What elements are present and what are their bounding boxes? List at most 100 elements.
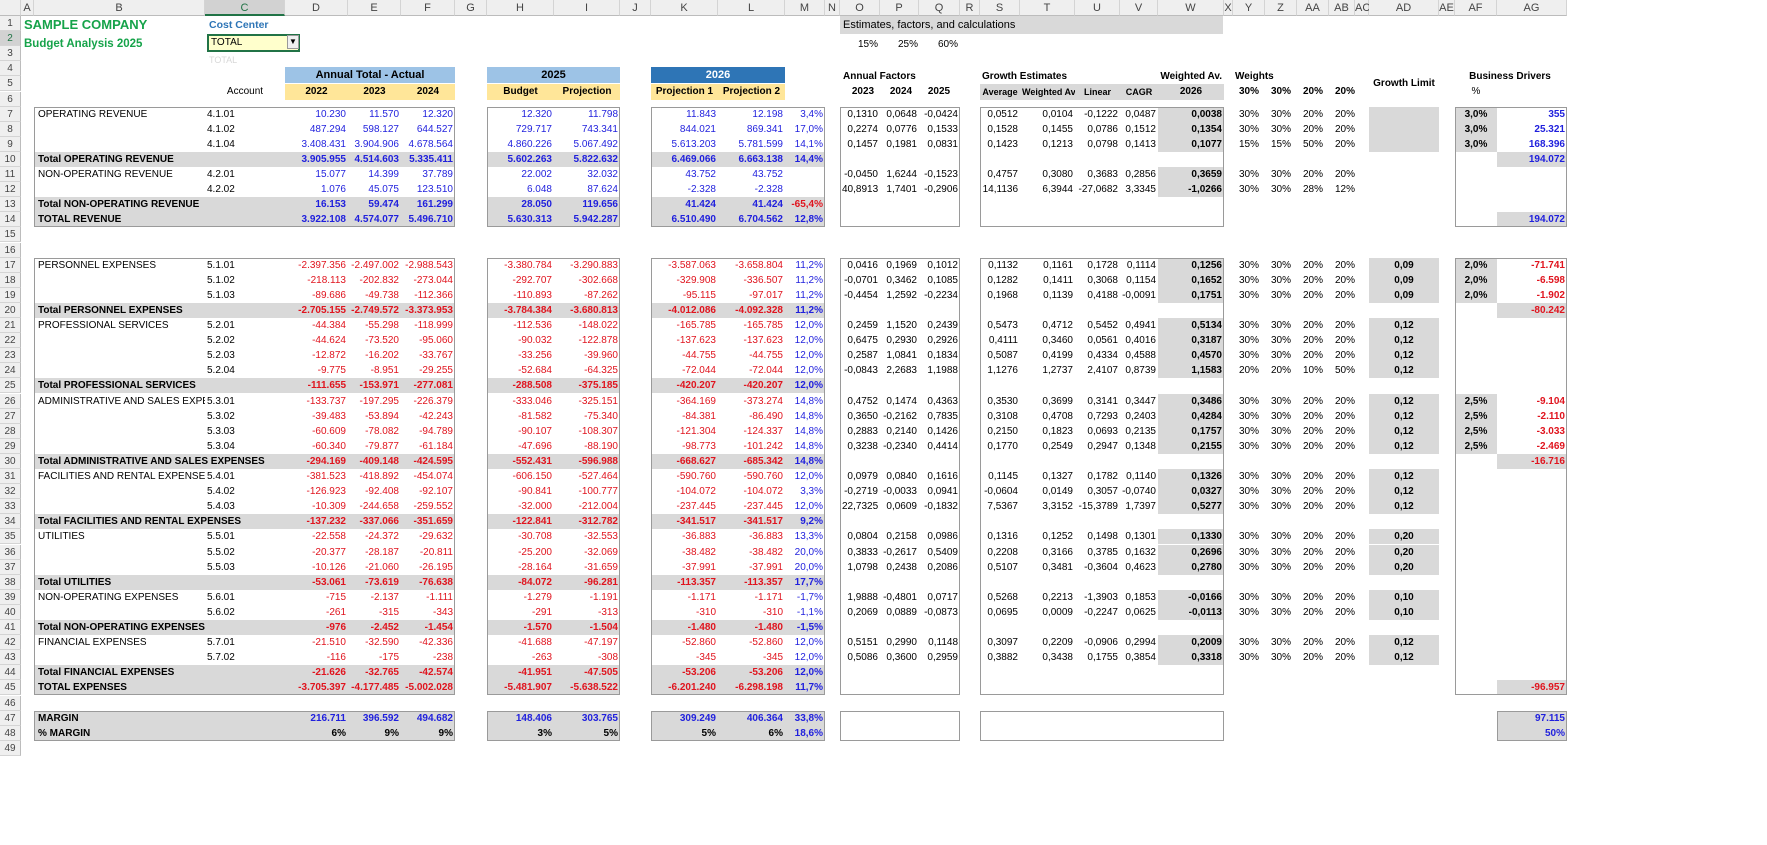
weight-cell[interactable]: 30%	[1233, 348, 1265, 363]
growth-limit-cell[interactable]: 0,12	[1369, 393, 1439, 409]
growth-limit-cell[interactable]	[1369, 121, 1439, 137]
weight-cell[interactable]: 20%	[1297, 409, 1329, 424]
weight-cell[interactable]: 20%	[1329, 258, 1361, 273]
row-header-9[interactable]: 9	[0, 136, 21, 152]
weight-cell[interactable]: 20%	[1329, 107, 1361, 122]
row-header-47[interactable]: 47	[0, 710, 21, 726]
row-header-13[interactable]: 13	[0, 197, 21, 213]
weight-cell[interactable]: 20%	[1329, 545, 1361, 560]
weight-cell[interactable]: 20%	[1297, 545, 1329, 560]
row-header-32[interactable]: 32	[0, 484, 21, 500]
row-header-3[interactable]: 3	[0, 46, 21, 62]
row-header-19[interactable]: 19	[0, 287, 21, 303]
weight-cell[interactable]: 30%	[1233, 258, 1265, 273]
row-header-22[interactable]: 22	[0, 333, 21, 349]
weight-cell[interactable]: 30%	[1265, 318, 1297, 333]
column-header-i[interactable]: I	[554, 0, 620, 16]
weight-cell[interactable]: 20%	[1329, 122, 1361, 137]
weight-cell[interactable]: 30%	[1265, 273, 1297, 288]
column-header-ad[interactable]: AD	[1369, 0, 1439, 16]
row-header-34[interactable]: 34	[0, 514, 21, 530]
row-header-27[interactable]: 27	[0, 408, 21, 424]
weight-cell[interactable]: 30%	[1233, 499, 1265, 514]
weight-cell[interactable]: 30%	[1265, 650, 1297, 665]
growth-limit-cell[interactable]: 0,12	[1369, 635, 1439, 651]
weight-cell[interactable]: 20%	[1329, 650, 1361, 665]
estimate-pct-1[interactable]: 15%	[848, 37, 888, 53]
growth-limit-cell[interactable]	[1369, 136, 1439, 152]
row-header-2[interactable]: 2	[0, 31, 21, 47]
column-header-c[interactable]: C	[205, 0, 285, 16]
weight-cell[interactable]: 30%	[1265, 469, 1297, 484]
growth-limit-cell[interactable]: 0,12	[1369, 499, 1439, 515]
weight-cell[interactable]: 30%	[1265, 348, 1297, 363]
weight-cell[interactable]: 20%	[1329, 635, 1361, 650]
row-header-33[interactable]: 33	[0, 499, 21, 515]
weight-cell[interactable]: 20%	[1329, 484, 1361, 499]
weight-cell[interactable]: 20%	[1329, 394, 1361, 409]
weight-cell[interactable]: 20%	[1329, 424, 1361, 439]
weight-cell[interactable]: 15%	[1233, 137, 1265, 152]
weight-cell[interactable]: 20%	[1329, 469, 1361, 484]
growth-limit-cell[interactable]: 0,20	[1369, 559, 1439, 575]
weight-cell[interactable]: 30%	[1233, 318, 1265, 333]
row-header-29[interactable]: 29	[0, 438, 21, 454]
weight-cell[interactable]: 20%	[1297, 499, 1329, 514]
weight-cell[interactable]: 20%	[1297, 590, 1329, 605]
weight-cell[interactable]: 20%	[1297, 273, 1329, 288]
weight-cell[interactable]: 30%	[1233, 182, 1265, 197]
weight-cell[interactable]: 20%	[1233, 363, 1265, 378]
row-header-26[interactable]: 26	[0, 393, 21, 409]
weight-cell[interactable]: 30%	[1265, 560, 1297, 575]
weight-cell[interactable]: 10%	[1297, 363, 1329, 378]
growth-limit-cell[interactable]: 0,09	[1369, 287, 1439, 303]
column-header-x[interactable]: X	[1224, 0, 1233, 16]
weight-cell[interactable]: 20%	[1297, 560, 1329, 575]
row-header-11[interactable]: 11	[0, 167, 21, 183]
row-header-18[interactable]: 18	[0, 272, 21, 288]
row-header-21[interactable]: 21	[0, 318, 21, 334]
growth-limit-cell[interactable]: 0,20	[1369, 544, 1439, 560]
weight-cell[interactable]: 30%	[1233, 560, 1265, 575]
column-header-f[interactable]: F	[401, 0, 455, 16]
weight-cell[interactable]: 30%	[1265, 635, 1297, 650]
column-header-r[interactable]: R	[960, 0, 980, 16]
weight-cell[interactable]: 30%	[1233, 529, 1265, 544]
weight-cell[interactable]: 30%	[1233, 107, 1265, 122]
column-header-p[interactable]: P	[880, 0, 919, 16]
weight-cell[interactable]: 30%	[1233, 650, 1265, 665]
column-header-h[interactable]: H	[487, 0, 554, 16]
growth-limit-cell[interactable]: 0,09	[1369, 257, 1439, 273]
weight-cell[interactable]: 20%	[1329, 590, 1361, 605]
weight-cell[interactable]: 30%	[1233, 288, 1265, 303]
column-header-q[interactable]: Q	[919, 0, 960, 16]
weight-cell[interactable]: 30%	[1233, 167, 1265, 182]
row-header-8[interactable]: 8	[0, 121, 21, 137]
column-header-ac[interactable]: AC	[1355, 0, 1370, 16]
weight-cell[interactable]: 20%	[1329, 439, 1361, 454]
column-header-d[interactable]: D	[285, 0, 348, 16]
weight-cell[interactable]: 30%	[1265, 424, 1297, 439]
weight-cell[interactable]: 30%	[1233, 590, 1265, 605]
column-header-y[interactable]: Y	[1233, 0, 1265, 16]
weight-cell[interactable]: 30%	[1265, 590, 1297, 605]
row-header-42[interactable]: 42	[0, 635, 21, 651]
row-header-46[interactable]: 46	[0, 695, 21, 711]
growth-limit-cell[interactable]: 0,12	[1369, 363, 1439, 379]
row-header-48[interactable]: 48	[0, 725, 21, 741]
weight-cell[interactable]: 30%	[1233, 333, 1265, 348]
weight-cell[interactable]: 20%	[1329, 167, 1361, 182]
weight-cell[interactable]: 20%	[1297, 288, 1329, 303]
weight-cell[interactable]: 20%	[1297, 318, 1329, 333]
select-all-corner[interactable]	[0, 0, 21, 16]
weight-cell[interactable]: 20%	[1329, 499, 1361, 514]
weight-cell[interactable]: 30%	[1233, 424, 1265, 439]
row-header-43[interactable]: 43	[0, 650, 21, 666]
weight-cell[interactable]: 20%	[1329, 318, 1361, 333]
column-header-w[interactable]: W	[1158, 0, 1224, 16]
growth-limit-cell[interactable]: 0,10	[1369, 589, 1439, 605]
row-header-10[interactable]: 10	[0, 151, 21, 167]
weight-cell[interactable]: 20%	[1297, 605, 1329, 620]
row-header-5[interactable]: 5	[0, 76, 21, 92]
row-header-28[interactable]: 28	[0, 423, 21, 439]
